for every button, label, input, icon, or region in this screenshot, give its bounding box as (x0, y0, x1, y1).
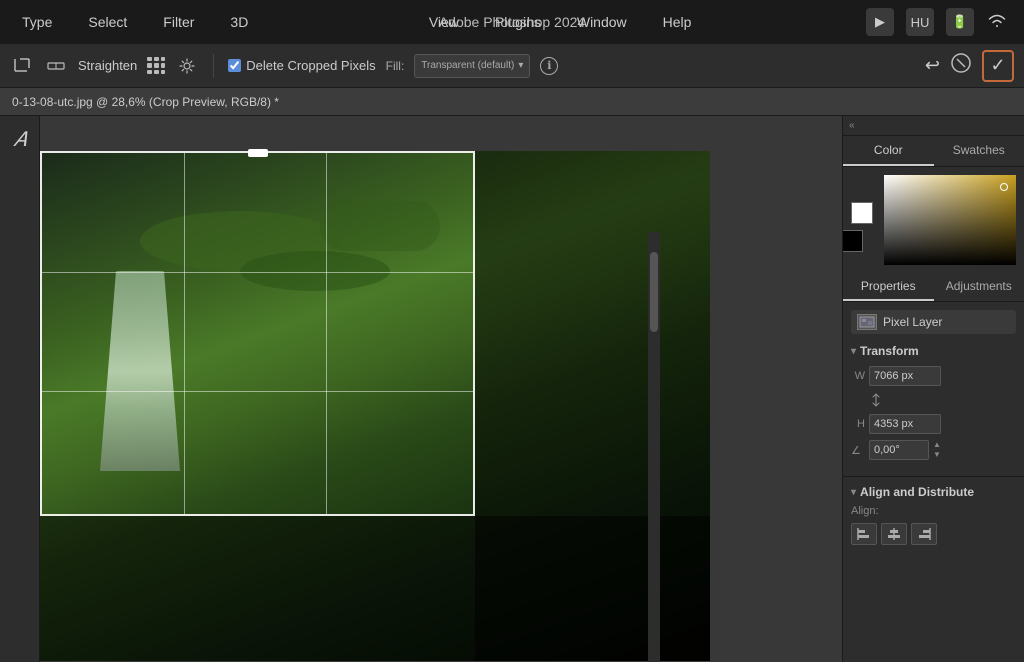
main-area: 𝐴 (0, 116, 1024, 662)
confirm-crop-button[interactable]: ✓ (982, 50, 1014, 82)
grid-overlay-icon[interactable] (147, 57, 165, 75)
settings-icon[interactable] (175, 54, 199, 78)
align-right-button[interactable] (911, 523, 937, 545)
angle-input[interactable] (869, 440, 929, 460)
color-swatches-tabs: Color Swatches (843, 136, 1024, 167)
fill-label: Fill: (386, 59, 405, 73)
transform-chevron-icon: ▾ (851, 346, 856, 357)
color-gradient-marker (1000, 183, 1008, 191)
vertical-scrollbar[interactable] (648, 232, 660, 662)
transform-section-header[interactable]: ▾ Transform (851, 344, 1016, 358)
crop-handle-top-center[interactable] (248, 149, 268, 157)
grid-line-v1 (184, 153, 185, 514)
properties-content: Pixel Layer ▾ Transform W (843, 302, 1024, 476)
toolbar-separator-1 (213, 54, 214, 78)
canvas-area[interactable] (40, 116, 842, 662)
width-input[interactable] (869, 366, 941, 386)
color-spectrum-gradient[interactable] (884, 175, 1016, 265)
properties-section: Properties Adjustments Pixel Layer (843, 273, 1024, 477)
app-title: Adobe Photoshop 2024 (439, 14, 585, 30)
menu-bar: Type Select Filter 3D Adobe Photoshop 20… (0, 0, 1024, 44)
align-distribute-header[interactable]: ▾ Align and Distribute (851, 485, 1016, 499)
straighten-label[interactable]: Straighten (78, 58, 137, 73)
fill-dropdown[interactable]: Transparent (default) ▾ (414, 54, 530, 78)
pixel-layer-label: Pixel Layer (883, 315, 942, 329)
background-color-swatch[interactable] (842, 230, 863, 252)
document-title-text: 0-13-08-utc.jpg @ 28,6% (Crop Preview, R… (12, 95, 279, 109)
menu-system-icons: ▶ HU 🔋 (866, 8, 1008, 36)
straighten-icon[interactable] (44, 54, 68, 78)
align-distribute-title: Align and Distribute (860, 485, 974, 499)
link-proportions-icon[interactable] (869, 392, 883, 410)
menu-help[interactable]: Help (657, 10, 698, 34)
menu-items-left: Type Select Filter 3D (16, 10, 254, 34)
info-icon[interactable]: ℹ (540, 57, 558, 75)
grid-line-v2 (326, 153, 327, 514)
grid-line-h1 (42, 272, 473, 273)
language-badge: HU (906, 8, 934, 36)
width-label: W (851, 370, 865, 382)
scrollbar-thumb[interactable] (650, 252, 658, 332)
angle-label-icon: ∠ (851, 444, 865, 457)
pixel-layer-row: Pixel Layer (851, 310, 1016, 334)
wifi-icon (986, 12, 1008, 33)
delete-cropped-checkbox[interactable]: Delete Cropped Pixels (228, 58, 375, 73)
fg-bg-swatches (851, 175, 1016, 265)
angle-row: ∠ ▲ ▼ (851, 440, 1016, 460)
type-tool[interactable]: 𝐴 (4, 124, 36, 156)
grid-line-h2 (42, 391, 473, 392)
pixel-layer-icon (857, 314, 877, 330)
align-left-button[interactable] (851, 523, 877, 545)
type-tool-icon: 𝐴 (13, 129, 26, 152)
crop-tool-icon[interactable] (10, 54, 34, 78)
right-panel: « Color Swatches Properties Adju (842, 116, 1024, 662)
angle-down-icon[interactable]: ▼ (933, 450, 941, 460)
foreground-color-swatch[interactable] (851, 202, 873, 224)
angle-up-icon[interactable]: ▲ (933, 440, 941, 450)
menu-select[interactable]: Select (82, 10, 133, 34)
height-row: H (851, 414, 1016, 434)
height-label: H (851, 418, 865, 430)
crop-overlay[interactable] (40, 151, 475, 516)
tab-adjustments[interactable]: Adjustments (934, 273, 1024, 301)
tab-properties[interactable]: Properties (843, 273, 934, 301)
fill-value: Transparent (default) (421, 60, 514, 71)
tab-swatches[interactable]: Swatches (934, 136, 1024, 166)
align-distribute-section: ▾ Align and Distribute Align: (843, 477, 1024, 553)
options-bar: Straighten Delete Cropped Pixels Fill: T… (0, 44, 1024, 88)
align-chevron-icon: ▾ (851, 487, 856, 498)
cancel-crop-button[interactable] (950, 52, 972, 79)
collapse-arrow-icon: « (849, 120, 855, 131)
align-buttons-row (851, 523, 1016, 545)
delete-cropped-input[interactable] (228, 59, 241, 72)
angle-stepper[interactable]: ▲ ▼ (933, 440, 941, 460)
properties-tabs: Properties Adjustments (843, 273, 1024, 302)
align-label: Align: (851, 505, 1016, 517)
align-center-button[interactable] (881, 523, 907, 545)
left-tool-panel: 𝐴 (0, 116, 40, 662)
menu-3d[interactable]: 3D (224, 10, 254, 34)
battery-icon: 🔋 (946, 8, 974, 36)
color-picker-panel (843, 167, 1024, 273)
delete-cropped-label: Delete Cropped Pixels (246, 58, 375, 73)
tab-color[interactable]: Color (843, 136, 934, 166)
play-button-icon[interactable]: ▶ (866, 8, 894, 36)
height-input[interactable] (869, 414, 941, 434)
width-row: W (851, 366, 1016, 386)
menu-filter[interactable]: Filter (157, 10, 200, 34)
document-title-bar: 0-13-08-utc.jpg @ 28,6% (Crop Preview, R… (0, 88, 1024, 116)
undo-button[interactable]: ↩ (925, 55, 940, 76)
menu-type[interactable]: Type (16, 10, 58, 34)
fill-dropdown-arrow: ▾ (518, 60, 523, 71)
transform-label: Transform (860, 344, 919, 358)
panel-collapse-toggle[interactable]: « (843, 116, 1024, 136)
